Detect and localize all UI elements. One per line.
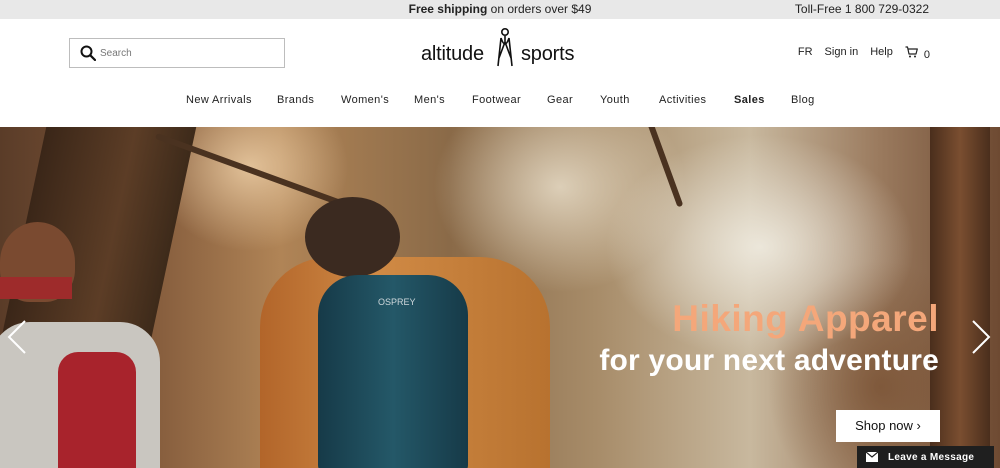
language-toggle[interactable]: FR bbox=[798, 46, 813, 61]
logo-word-sports: sports bbox=[521, 43, 575, 65]
nav-activities[interactable]: Activities bbox=[659, 94, 706, 106]
nav-sales[interactable]: Sales bbox=[734, 94, 765, 106]
hiker-right-head bbox=[305, 197, 400, 277]
promo-bar: Free shipping on orders over $49 Toll-Fr… bbox=[0, 0, 1000, 19]
hiker-left-backpack bbox=[58, 352, 136, 468]
search-box[interactable] bbox=[69, 38, 285, 68]
nav-gear[interactable]: Gear bbox=[547, 94, 573, 106]
nav-brands[interactable]: Brands bbox=[277, 94, 314, 106]
tree-branch bbox=[636, 127, 684, 208]
carousel-next-icon[interactable] bbox=[967, 317, 995, 357]
shop-now-button[interactable]: Shop now › bbox=[836, 410, 940, 442]
utility-links: FR Sign in Help 0 bbox=[798, 46, 930, 61]
hero-subtitle: for your next adventure bbox=[599, 344, 939, 377]
nav-youth[interactable]: Youth bbox=[600, 94, 630, 106]
hero-title: Hiking Apparel bbox=[672, 298, 939, 339]
cart-icon bbox=[905, 46, 918, 58]
carousel-prev-icon[interactable] bbox=[3, 317, 31, 357]
help-link[interactable]: Help bbox=[870, 46, 893, 61]
hero-headline: Hiking Apparel for your next adventure bbox=[599, 297, 939, 381]
cart-count: 0 bbox=[923, 49, 930, 61]
site-logo[interactable]: altitude sports bbox=[421, 28, 581, 70]
cart-button[interactable]: 0 bbox=[905, 46, 930, 61]
nav-new-arrivals[interactable]: New Arrivals bbox=[186, 94, 252, 106]
phone-number[interactable]: Toll-Free 1 800 729-0322 bbox=[795, 2, 929, 16]
search-icon[interactable] bbox=[80, 45, 96, 61]
leave-message-button[interactable]: Leave a Message bbox=[857, 446, 994, 468]
nav-blog[interactable]: Blog bbox=[791, 94, 815, 106]
hiker-logo-icon bbox=[497, 28, 513, 67]
hiker-left-headband bbox=[0, 277, 72, 299]
nav-footwear[interactable]: Footwear bbox=[472, 94, 521, 106]
nav-mens[interactable]: Men's bbox=[414, 94, 445, 106]
backpack-brand-logo: OSPREY bbox=[378, 297, 416, 307]
envelope-icon bbox=[866, 452, 878, 462]
logo-word-altitude: altitude bbox=[421, 43, 484, 65]
search-input[interactable] bbox=[100, 44, 280, 62]
chat-label: Leave a Message bbox=[888, 451, 975, 463]
hero-banner[interactable]: OSPREY Hiking Apparel for your next adve… bbox=[0, 127, 1000, 468]
signin-link[interactable]: Sign in bbox=[825, 46, 859, 61]
hiker-right-backpack: OSPREY bbox=[318, 275, 468, 468]
nav-womens[interactable]: Women's bbox=[341, 94, 389, 106]
